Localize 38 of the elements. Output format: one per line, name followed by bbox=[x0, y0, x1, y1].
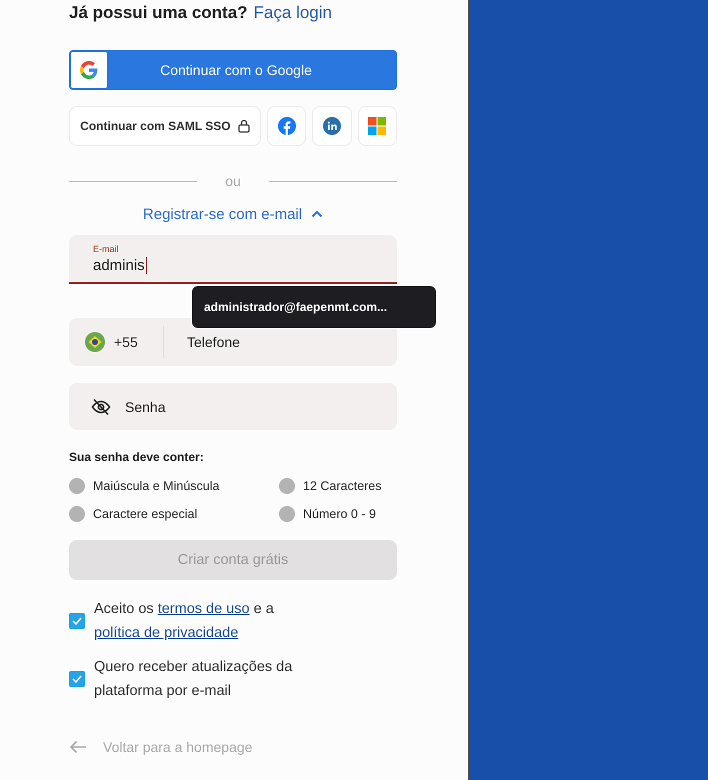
consent-link[interactable]: política de privacidade bbox=[94, 625, 238, 641]
password-field[interactable]: Senha bbox=[69, 383, 397, 430]
four-squares-icon bbox=[368, 117, 386, 135]
checkmark-icon bbox=[72, 675, 82, 683]
chevron-icon bbox=[311, 210, 324, 218]
checkmark-icon bbox=[72, 617, 82, 625]
rule-label: Caractere especial bbox=[93, 507, 198, 521]
checkbox[interactable] bbox=[69, 613, 85, 629]
register-email-toggle[interactable]: Registrar-se com e-mail bbox=[142, 203, 324, 225]
consent-text: Quero receber atualizações da plataforma por e-mail bbox=[94, 658, 294, 701]
consent-text: Aceito os termos de uso e a política de privacidade bbox=[94, 600, 275, 643]
rule-label: 12 Caracteres bbox=[303, 479, 382, 493]
saml-sso-button[interactable]: Continuar com SAML SSO bbox=[69, 106, 261, 146]
password-rules-title: Sua senha deve conter: bbox=[69, 450, 205, 464]
linkedin-icon bbox=[322, 117, 341, 135]
lock-icon bbox=[238, 119, 250, 133]
email-label: E-mail bbox=[93, 244, 119, 254]
rule-label: Maiúscula e Minúscula bbox=[93, 479, 220, 493]
eye-slash-icon bbox=[91, 398, 111, 416]
login-link[interactable]: Faça login bbox=[254, 3, 332, 23]
brazil-flag-icon bbox=[85, 332, 105, 352]
rule-label: Número 0 - 9 bbox=[303, 507, 376, 521]
country-code: +55 bbox=[114, 334, 139, 350]
microsoft-button[interactable] bbox=[358, 106, 397, 146]
left-arrow-icon bbox=[69, 740, 87, 754]
google-button[interactable]: Continuar com o Google bbox=[69, 50, 397, 90]
phone-placeholder: Telefone bbox=[187, 334, 240, 350]
password-placeholder: Senha bbox=[125, 398, 166, 414]
divider-label: ou bbox=[224, 173, 242, 189]
consent-link[interactable]: termos de uso bbox=[158, 601, 250, 617]
linkedin-button[interactable] bbox=[312, 106, 352, 146]
login-question: Já possui uma conta? bbox=[69, 3, 248, 23]
facebook-button[interactable] bbox=[266, 106, 306, 146]
facebook-icon bbox=[278, 117, 296, 135]
email-field[interactable]: E-mail adminis bbox=[69, 235, 397, 284]
google-logo-icon bbox=[80, 61, 98, 79]
checkbox[interactable] bbox=[69, 671, 85, 687]
autocomplete-tooltip[interactable]: administrador@faepenmt.com... bbox=[192, 286, 436, 328]
